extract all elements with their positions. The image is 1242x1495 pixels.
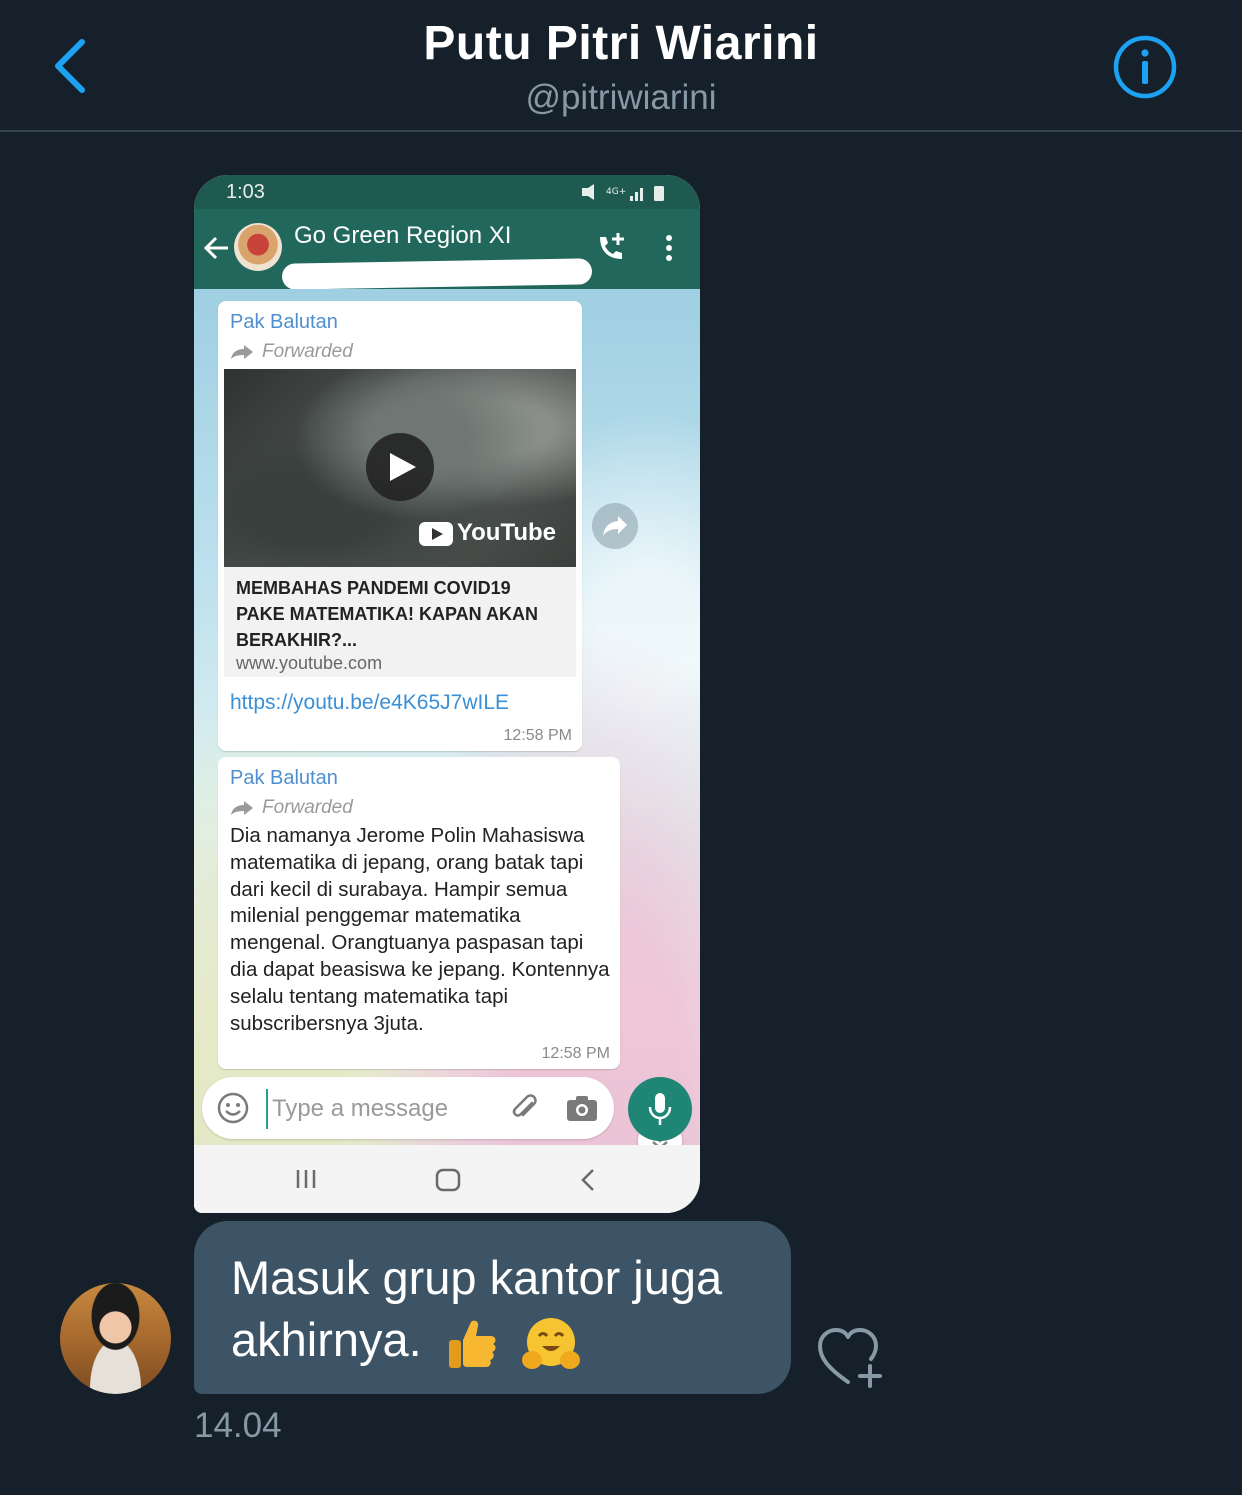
message-sender: Pak Balutan xyxy=(230,311,338,333)
conversation-header: Putu Pitri Wiarini @pitriwiarini xyxy=(0,0,1242,132)
redaction-scribble xyxy=(281,258,593,290)
sender-avatar[interactable] xyxy=(60,1283,171,1394)
whatsapp-app-bar: Go Green Region XI xyxy=(194,209,700,290)
arrow-left-icon[interactable] xyxy=(202,233,232,263)
message-text: Dia namanya Jerome Polin Mahasiswa matem… xyxy=(230,824,610,1035)
heart-plus-icon xyxy=(818,1328,882,1388)
phone-status-bar: 1:03 4G+ xyxy=(194,175,700,209)
youtube-logo: YouTube xyxy=(418,519,556,549)
message-time: 12:58 PM xyxy=(541,1045,610,1062)
signal-battery-icon: 4G+ xyxy=(582,184,664,201)
message-sender: Pak Balutan xyxy=(230,767,338,789)
message-time: 12:58 PM xyxy=(503,727,572,744)
preview-title: MEMBAHAS PANDEMI COVID19 PAKE MATEMATIKA… xyxy=(236,578,538,650)
nav-back-icon[interactable] xyxy=(578,1167,598,1193)
camera-icon[interactable] xyxy=(564,1091,600,1125)
message-timestamp: 14.04 xyxy=(194,1406,282,1445)
more-vertical-icon[interactable] xyxy=(656,231,682,265)
direct-message-text: Masuk grup kantor juga akhirnya. xyxy=(231,1247,771,1374)
microphone-icon xyxy=(648,1093,672,1125)
direct-message-bubble[interactable]: Masuk grup kantor juga akhirnya. xyxy=(194,1221,791,1394)
android-navigation-bar xyxy=(194,1145,700,1213)
phone-time: 1:03 xyxy=(226,181,265,203)
forwarded-label: Forwarded xyxy=(230,797,353,819)
share-arrow-icon xyxy=(603,516,627,536)
add-call-icon[interactable] xyxy=(594,231,628,265)
contact-name: Putu Pitri Wiarini xyxy=(423,17,819,70)
recents-icon[interactable] xyxy=(292,1167,320,1191)
play-icon xyxy=(390,453,416,481)
message-composer xyxy=(202,1077,614,1139)
emoji-icon[interactable] xyxy=(216,1091,250,1125)
chat-area: Pak Balutan Forwarded YouTube MEMBAHAS P… xyxy=(194,289,700,1163)
share-button[interactable] xyxy=(592,503,638,549)
home-icon[interactable] xyxy=(434,1167,462,1193)
forwarded-label: Forwarded xyxy=(230,341,353,363)
shared-screenshot-image[interactable]: 1:03 4G+ Go Green Region XI Pak Balutan … xyxy=(194,175,700,1213)
link-preview[interactable]: MEMBAHAS PANDEMI COVID19 PAKE MATEMATIKA… xyxy=(224,567,576,677)
thumbs-up-emoji-icon xyxy=(448,1320,496,1368)
play-button[interactable] xyxy=(366,433,434,501)
forwarded-video-message[interactable]: Pak Balutan Forwarded YouTube MEMBAHAS P… xyxy=(218,301,582,751)
info-circle-icon xyxy=(1113,35,1177,99)
video-thumbnail[interactable]: YouTube xyxy=(224,369,576,567)
group-avatar[interactable] xyxy=(234,223,282,271)
hugging-face-emoji-icon xyxy=(521,1317,580,1369)
message-input[interactable] xyxy=(266,1089,494,1129)
video-link[interactable]: https://youtu.be/e4K65J7wILE xyxy=(230,691,509,715)
preview-domain: www.youtube.com xyxy=(236,653,383,673)
forwarded-text-message[interactable]: Pak Balutan Forwarded Dia namanya Jerome… xyxy=(218,757,620,1069)
voice-message-button[interactable] xyxy=(628,1077,692,1141)
group-name: Go Green Region XI xyxy=(294,222,512,249)
like-message-button[interactable] xyxy=(816,1326,888,1390)
forward-arrow-icon xyxy=(231,800,253,815)
svg-text:4G+: 4G+ xyxy=(606,187,626,197)
forward-arrow-icon xyxy=(231,344,253,359)
paperclip-icon[interactable] xyxy=(508,1091,542,1125)
contact-handle: @pitriwiarini xyxy=(525,78,717,117)
info-button[interactable] xyxy=(1112,34,1178,100)
